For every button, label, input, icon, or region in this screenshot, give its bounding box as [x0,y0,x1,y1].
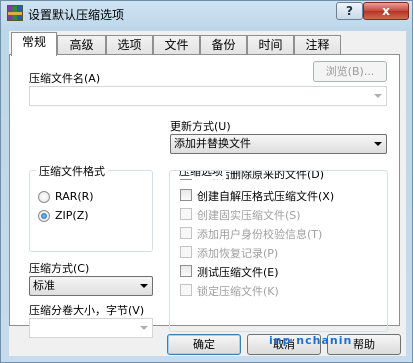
method-value: 标准 [33,279,55,292]
method-select[interactable]: 标准 [29,276,153,296]
rar-radio[interactable] [38,191,50,203]
method-label: 压缩方式(C) [29,262,90,275]
auth-info-label: 添加用户身份校验信息(T) [197,228,323,241]
recovery-record-label: 添加恢复记录(P) [197,247,279,260]
split-size-input[interactable] [29,318,153,338]
sfx-checkbox[interactable] [180,189,192,201]
format-group: 压缩文件格式 RAR(R) ZIP(Z) [29,163,153,252]
close-button[interactable]: x [363,2,409,20]
tab-backup[interactable]: 备份 [200,35,247,54]
auth-info-checkbox[interactable] [180,227,192,239]
help-title-button[interactable]: ? [336,2,363,20]
lock-archive-checkbox[interactable] [180,284,192,296]
test-archive-checkbox[interactable] [180,265,192,277]
winrar-books-icon [7,5,23,21]
update-mode-label: 更新方式(U) [170,120,231,133]
chevron-down-icon [374,142,382,146]
browse-button[interactable]: 浏览(B)... [313,61,387,82]
zip-radio[interactable] [38,210,50,222]
tab-files[interactable]: 文件 [153,35,200,54]
chevron-down-icon [374,94,382,98]
archive-name-input[interactable] [29,86,387,106]
lock-archive-label: 锁定压缩文件(K) [197,285,279,298]
recovery-record-checkbox[interactable] [180,246,192,258]
split-size-label: 压缩分卷大小，字节(V) [29,304,145,317]
watermark-text: inp nchanin [269,334,353,347]
update-mode-value: 添加并替换文件 [174,137,251,150]
sfx-label: 创建自解压格式压缩文件(X) [197,190,335,203]
tab-strip: 常规 高级 选项 文件 备份 时间 注释 [9,31,406,56]
solid-label: 创建固实压缩文件(S) [197,209,301,222]
tab-options[interactable]: 选项 [106,35,153,54]
options-group-title: 压缩选项 [176,171,226,179]
tab-time[interactable]: 时间 [247,35,294,54]
solid-checkbox[interactable] [180,208,192,220]
rar-radio-label: RAR(R) [55,190,94,203]
zip-radio-label: ZIP(Z) [55,209,89,222]
ok-button[interactable]: 确定 [167,334,241,355]
options-group: 压缩选项 压缩后删除原来的文件(D) 创建自解压格式压缩文件(X) 创建固实压缩… [169,170,388,332]
chevron-down-icon [140,326,148,330]
title-bar: 设置默认压缩选项 ? x [1,1,412,27]
dialog-body: 常规 高级 选项 文件 备份 时间 注释 压缩文件名(A) 浏览(B)... 更… [9,31,406,356]
test-archive-label: 测试压缩文件(E) [197,266,279,279]
format-group-title: 压缩文件格式 [36,163,108,179]
tab-general[interactable]: 常规 [11,32,57,56]
window-title: 设置默认压缩选项 [28,8,125,22]
general-panel: 压缩文件名(A) 浏览(B)... 更新方式(U) 添加并替换文件 压缩文件格式… [9,54,400,338]
tab-advanced[interactable]: 高级 [57,35,106,54]
settings-dialog: 设置默认压缩选项 ? x 常规 高级 选项 文件 备份 时间 注释 压缩文件名(… [0,0,413,363]
archive-name-label: 压缩文件名(A) [29,72,101,85]
chevron-down-icon [140,284,148,288]
tab-comment[interactable]: 注释 [294,35,341,54]
update-mode-select[interactable]: 添加并替换文件 [170,134,387,154]
